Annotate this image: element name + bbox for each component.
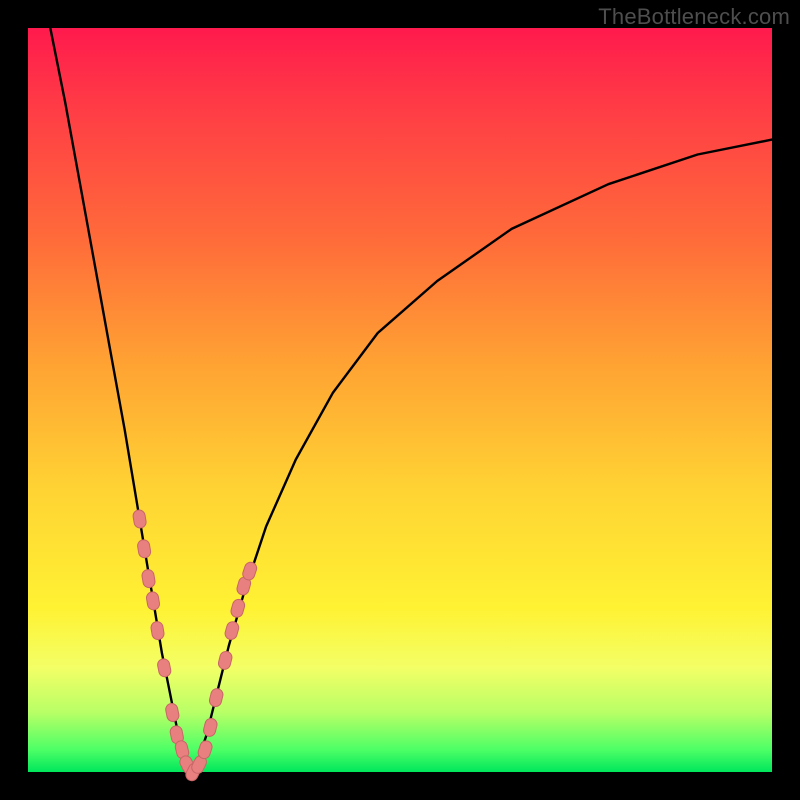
curve-layer	[28, 28, 772, 772]
marker	[208, 687, 224, 707]
series-right-branch	[192, 140, 772, 772]
marker	[146, 591, 161, 611]
marker	[141, 569, 156, 589]
plot-area	[28, 28, 772, 772]
marker	[150, 621, 165, 641]
marker	[202, 717, 218, 737]
marker	[230, 598, 246, 619]
marker	[165, 702, 180, 722]
chart-frame: TheBottleneck.com	[0, 0, 800, 800]
watermark-text: TheBottleneck.com	[598, 4, 790, 30]
marker	[224, 620, 240, 641]
marker	[137, 539, 152, 559]
marker	[157, 658, 172, 678]
marker	[217, 650, 233, 670]
marker-points	[132, 509, 258, 783]
marker	[132, 509, 147, 529]
curves	[50, 28, 772, 772]
series-left-branch	[50, 28, 191, 772]
